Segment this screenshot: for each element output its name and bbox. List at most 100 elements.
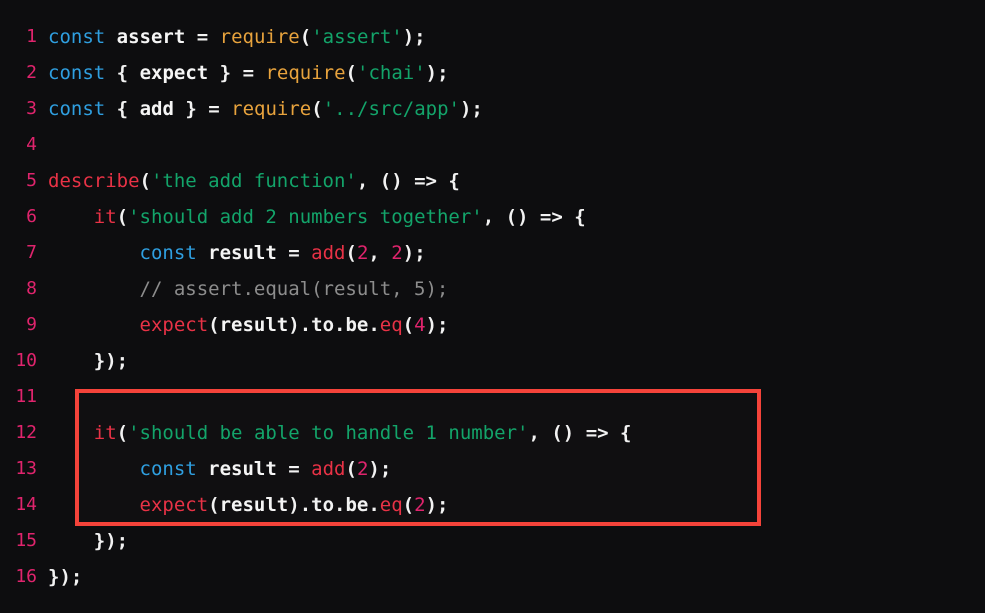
token-paren: ( (208, 494, 220, 516)
token-paren-semi: ); (402, 26, 426, 48)
token-function-add: add (311, 458, 346, 480)
token-string: 'should add 2 numbers together' (128, 206, 483, 228)
token-identifier: assert (116, 26, 186, 48)
code-line[interactable]: 3 const { add } = require('../src/app'); (0, 91, 985, 127)
code-line[interactable]: 8 // assert.equal(result, 5); (0, 271, 985, 307)
token-paren: ( (402, 314, 415, 336)
token-paren-semi: ); (425, 62, 449, 84)
token-identifier: result (208, 458, 277, 480)
line-content[interactable]: const { add } = require('../src/app'); (37, 91, 483, 127)
line-number: 2 (26, 62, 37, 83)
code-line[interactable]: 4 (0, 127, 985, 163)
code-line[interactable]: 9 expect(result).to.be.eq(4); (0, 307, 985, 343)
code-line[interactable]: 5 describe('the add function', () => { (0, 163, 985, 199)
token-paren-semi: ); (459, 98, 483, 120)
token-chain-props: .to.be. (299, 314, 380, 336)
token-identifier: result (219, 494, 289, 516)
code-line[interactable]: 14 expect(result).to.be.eq(2); (0, 487, 985, 523)
token-comma: , (368, 242, 392, 264)
token-identifier: add (139, 98, 174, 120)
token-function-eq: eq (379, 494, 403, 516)
token-paren: ( (139, 170, 151, 192)
code-lines-container[interactable]: 1 const assert = require('assert'); 2 cons… (0, 19, 985, 595)
token-brace: { (116, 98, 129, 120)
token-number: 2 (356, 242, 369, 264)
line-content[interactable]: }); (37, 559, 82, 595)
code-line[interactable]: 10 }); (0, 343, 985, 379)
token-paren-semi: ); (425, 494, 449, 516)
token-operator: = (288, 242, 300, 264)
token-function-it: it (93, 422, 117, 444)
token-paren-semi: ); (425, 314, 449, 336)
token-identifier: result (219, 314, 289, 336)
token-function-expect: expect (139, 314, 209, 336)
token-comma: , () (528, 422, 586, 444)
token-close-block: }); (93, 350, 129, 372)
token-brace: } (219, 62, 232, 84)
token-keyword: const (48, 26, 106, 48)
token-brace-open: { (608, 422, 632, 444)
line-number: 12 (15, 422, 37, 443)
code-line[interactable]: 11 (0, 379, 985, 415)
line-content[interactable]: expect(result).to.be.eq(4); (37, 307, 449, 343)
token-paren: ( (345, 242, 357, 264)
line-content[interactable]: const result = add(2); (37, 451, 392, 487)
line-content[interactable]: it('should be able to handle 1 number', … (37, 415, 632, 451)
token-operator: = (196, 26, 209, 48)
token-number: 2 (391, 242, 403, 264)
line-number: 5 (26, 170, 37, 191)
token-close-block: }); (48, 566, 83, 588)
line-content[interactable]: const result = add(2, 2); (37, 235, 426, 271)
token-close-block: }); (93, 530, 129, 552)
token-paren: ( (299, 26, 312, 48)
line-content[interactable]: const assert = require('assert'); (37, 19, 426, 55)
code-line[interactable]: 12 it('should be able to handle 1 number… (0, 415, 985, 451)
token-operator: = (242, 62, 255, 84)
token-chain-props: .to.be. (299, 494, 380, 516)
token-number: 4 (414, 314, 426, 336)
token-function-expect: expect (139, 494, 209, 516)
line-content[interactable]: const { expect } = require('chai'); (37, 55, 449, 91)
code-line[interactable]: 16}); (0, 559, 985, 595)
token-identifier: result (208, 242, 277, 264)
token-function-describe: describe (48, 170, 140, 192)
line-number: 8 (26, 278, 37, 299)
token-function-require: require (231, 98, 312, 120)
token-function-eq: eq (379, 314, 403, 336)
line-number: 3 (26, 98, 37, 119)
token-string: '../src/app' (322, 98, 460, 120)
token-function-require: require (219, 26, 300, 48)
code-line[interactable]: 13 const result = add(2); (0, 451, 985, 487)
token-string: 'assert' (311, 26, 403, 48)
line-number: 14 (15, 494, 37, 515)
line-content[interactable]: // assert.equal(result, 5); (37, 271, 449, 307)
token-paren: ( (402, 494, 415, 516)
token-string: 'should be able to handle 1 number' (128, 422, 529, 444)
line-number: 7 (26, 242, 37, 263)
token-string: 'the add function' (150, 170, 357, 192)
line-content[interactable]: expect(result).to.be.eq(2); (37, 487, 449, 523)
token-comma: , () (356, 170, 415, 192)
token-keyword: const (48, 62, 106, 84)
code-line[interactable]: 7 const result = add(2, 2); (0, 235, 985, 271)
token-paren: ( (116, 206, 129, 228)
token-operator: = (288, 458, 300, 480)
line-number: 16 (15, 566, 37, 587)
token-comma: , () (482, 206, 540, 228)
token-paren: ( (311, 98, 323, 120)
line-content[interactable]: }); (37, 343, 128, 379)
code-line[interactable]: 15 }); (0, 523, 985, 559)
code-line[interactable]: 6 it('should add 2 numbers together', ()… (0, 199, 985, 235)
token-paren-semi: ); (368, 458, 392, 480)
token-string: 'chai' (357, 62, 426, 84)
code-line[interactable]: 1 const assert = require('assert'); (0, 19, 985, 55)
code-editor[interactable]: 1 const assert = require('assert'); 2 cons… (0, 0, 985, 613)
token-paren: ( (208, 314, 220, 336)
code-line[interactable]: 2 const { expect } = require('chai'); (0, 55, 985, 91)
token-brace-open: { (562, 206, 586, 228)
token-paren: ( (345, 62, 357, 84)
line-content[interactable]: }); (37, 523, 128, 559)
token-chain: ) (288, 494, 300, 516)
line-content[interactable]: it('should add 2 numbers together', () =… (37, 199, 586, 235)
line-content[interactable]: describe('the add function', () => { (37, 163, 460, 199)
